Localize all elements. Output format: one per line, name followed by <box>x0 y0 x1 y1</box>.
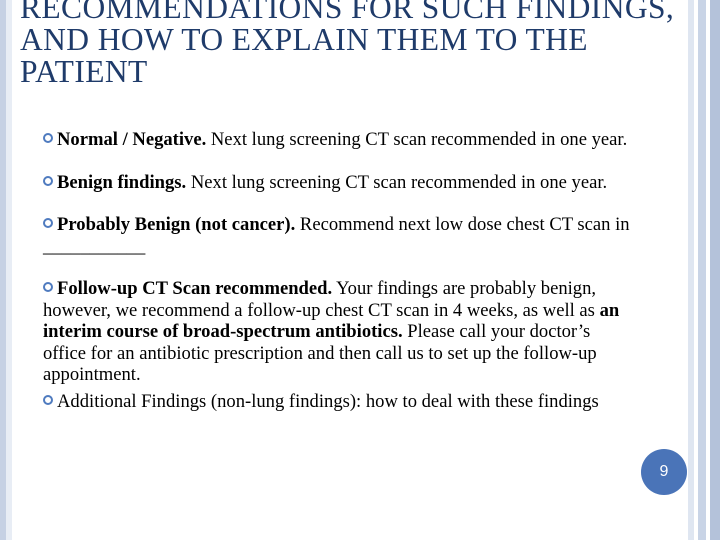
right-border-stripe <box>698 0 706 540</box>
bullet-heading: Probably Benign (not cancer). <box>57 214 296 235</box>
bullet-heading: Follow-up CT Scan recommended. <box>57 278 333 299</box>
bullet-item-normal: Normal / Negative. Next lung screening C… <box>43 129 633 151</box>
bullet-text: Additional Findings (non-lung findings):… <box>57 390 599 412</box>
page-number-badge: 9 <box>641 449 687 495</box>
ring-bullet-icon <box>43 394 53 405</box>
bullet-item-additional: Additional Findings (non-lung findings):… <box>43 391 633 413</box>
ring-bullet-icon <box>43 133 53 143</box>
ring-bullet-icon <box>43 218 53 228</box>
bullet-text: Next lung screening CT scan recommended … <box>206 129 628 150</box>
right-border-stripe <box>710 0 720 540</box>
left-border-light <box>6 0 12 540</box>
bullet-item-probably-benign: Probably Benign (not cancer). Recommend … <box>43 214 633 257</box>
ring-bullet-icon <box>43 282 53 292</box>
bullet-item-follow-up: Follow-up CT Scan recommended. Your find… <box>43 278 633 386</box>
bullet-heading: Normal / Negative. <box>57 129 207 150</box>
bullet-heading: Benign findings. <box>57 171 187 193</box>
slide-title: RECOMMENDATIONS FOR SUCH FINDINGS, AND H… <box>20 0 675 89</box>
bullet-item-benign: Benign findings. Next lung screening CT … <box>43 172 633 194</box>
bullet-list: Normal / Negative. Next lung screening C… <box>43 129 633 412</box>
ring-bullet-icon <box>43 175 53 186</box>
bullet-text: Next lung screening CT scan recommended … <box>186 171 608 193</box>
